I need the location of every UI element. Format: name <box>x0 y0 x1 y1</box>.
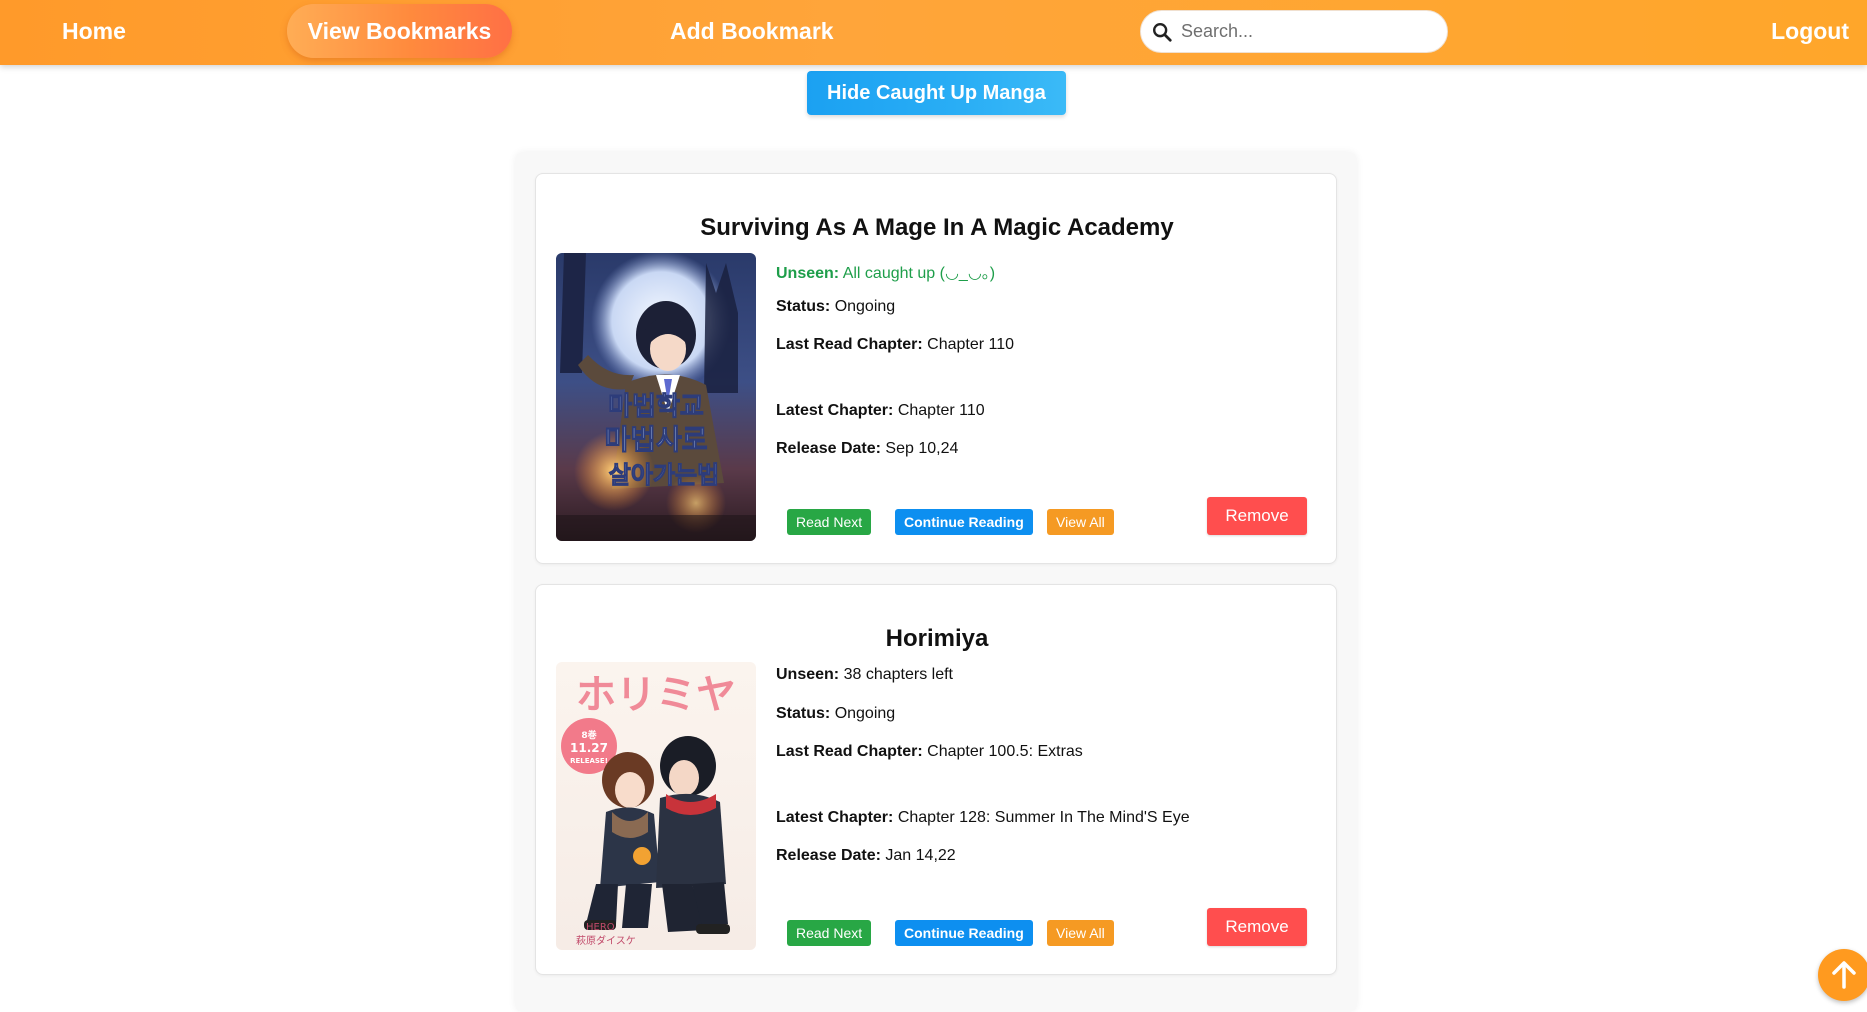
manga-cover-image: ホリミヤ 8巻 11.27 RELEASE! HERO 萩原ダイスケ <box>556 662 756 950</box>
bookmark-card: Horimiya ホリミヤ 8巻 11.27 RELEASE! HERO 萩原ダ… <box>535 584 1337 975</box>
nav-add-bookmark-link[interactable]: Add Bookmark <box>670 0 834 62</box>
svg-text:마법사로: 마법사로 <box>604 423 707 456</box>
view-all-button[interactable]: View All <box>1047 920 1114 946</box>
release-date-label: Release Date: <box>776 440 881 457</box>
release-date-label: Release Date: <box>776 847 881 864</box>
latest-chapter-line: Latest Chapter: Chapter 110 <box>776 402 985 420</box>
last-read-value: Chapter 110 <box>927 336 1015 353</box>
read-next-button[interactable]: Read Next <box>787 509 872 535</box>
last-read-line: Last Read Chapter: Chapter 110 <box>776 336 1014 354</box>
continue-reading-button[interactable]: Continue Reading <box>895 509 1033 535</box>
top-navbar: Home View Bookmarks Add Bookmark Logout <box>0 0 1867 65</box>
status-value: Ongoing <box>834 298 896 315</box>
last-read-value: Chapter 100.5: Extras <box>927 743 1083 760</box>
svg-text:RELEASE!: RELEASE! <box>570 757 608 765</box>
svg-text:8巻: 8巻 <box>581 729 597 741</box>
svg-text:萩原ダイスケ: 萩原ダイスケ <box>576 934 636 947</box>
nav-home-link[interactable]: Home <box>62 0 126 62</box>
last-read-label: Last Read Chapter: <box>776 336 923 353</box>
latest-chapter-label: Latest Chapter: <box>776 402 894 419</box>
search-input[interactable] <box>1181 11 1439 52</box>
unseen-value: 38 chapters left <box>843 666 953 683</box>
latest-chapter-label: Latest Chapter: <box>776 809 894 826</box>
search-icon[interactable] <box>1151 21 1173 43</box>
unseen-line: Unseen: 38 chapters left <box>776 666 953 684</box>
last-read-label: Last Read Chapter: <box>776 743 923 760</box>
latest-chapter-value: Chapter 128: Summer In The Mind'S Eye <box>897 809 1190 826</box>
scroll-to-top-button[interactable] <box>1818 949 1867 1001</box>
continue-reading-button[interactable]: Continue Reading <box>895 920 1033 946</box>
status-label: Status: <box>776 298 831 315</box>
manga-cover-image: 마법학교 마법사로 살아가는법 <box>556 253 756 541</box>
svg-text:11.27: 11.27 <box>570 741 608 755</box>
unseen-line: Unseen: All caught up (◡_◡。) <box>776 259 995 283</box>
unseen-label: Unseen: <box>776 265 840 282</box>
search-box <box>1140 10 1448 53</box>
hide-caught-up-button[interactable]: Hide Caught Up Manga <box>807 71 1066 115</box>
status-line: Status: Ongoing <box>776 298 895 316</box>
release-date-value: Sep 10,24 <box>885 440 959 457</box>
status-label: Status: <box>776 705 831 722</box>
view-all-button[interactable]: View All <box>1047 509 1114 535</box>
nav-view-bookmarks-link[interactable]: View Bookmarks <box>287 4 512 58</box>
bookmark-list: Surviving As A Mage In A Magic Academy 마… <box>515 152 1357 1012</box>
nav-logout-link[interactable]: Logout <box>1771 0 1849 62</box>
release-date-line: Release Date: Sep 10,24 <box>776 440 958 458</box>
latest-chapter-value: Chapter 110 <box>897 402 985 419</box>
svg-text:ホリミヤ: ホリミヤ <box>576 672 736 718</box>
unseen-value: All caught up (◡_◡。) <box>842 265 996 282</box>
unseen-label: Unseen: <box>776 666 840 683</box>
status-line: Status: Ongoing <box>776 705 895 723</box>
svg-text:HERO: HERO <box>586 922 615 933</box>
release-date-line: Release Date: Jan 14,22 <box>776 847 956 865</box>
status-value: Ongoing <box>834 705 896 722</box>
read-next-button[interactable]: Read Next <box>787 920 872 946</box>
svg-text:살아가는법: 살아가는법 <box>609 461 719 489</box>
remove-button[interactable]: Remove <box>1207 497 1307 535</box>
release-date-value: Jan 14,22 <box>885 847 956 864</box>
svg-text:마법학교: 마법학교 <box>608 392 704 422</box>
manga-title: Horimiya <box>885 625 989 652</box>
remove-button[interactable]: Remove <box>1207 908 1307 946</box>
manga-title: Surviving As A Mage In A Magic Academy <box>700 214 1174 241</box>
last-read-line: Last Read Chapter: Chapter 100.5: Extras <box>776 743 1083 761</box>
latest-chapter-line: Latest Chapter: Chapter 128: Summer In T… <box>776 809 1190 827</box>
arrow-up-icon <box>1832 961 1856 989</box>
bookmark-card: Surviving As A Mage In A Magic Academy 마… <box>535 173 1337 564</box>
